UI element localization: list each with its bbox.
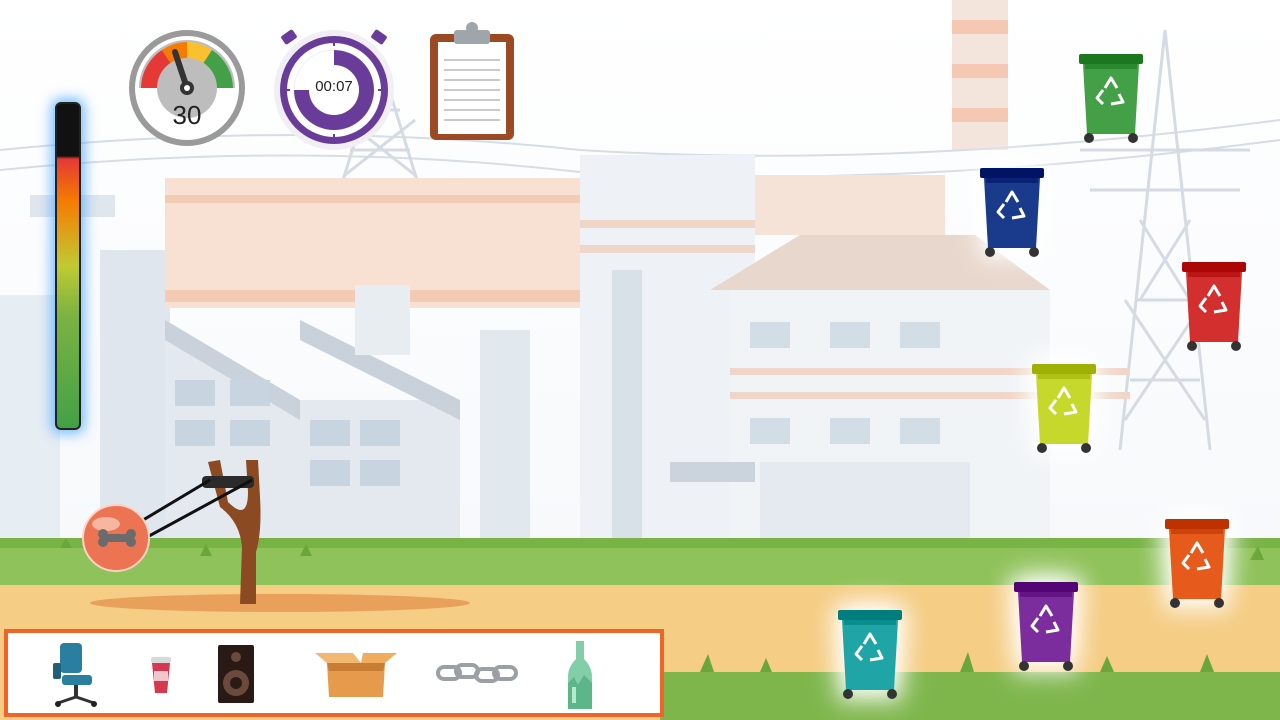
- recycling-bin-green[interactable]: [1077, 50, 1145, 146]
- recycle-icon: [980, 168, 1044, 257]
- office-chair-icon[interactable]: [50, 641, 100, 709]
- bone-ball[interactable]: [82, 504, 150, 572]
- item-tray: [4, 629, 664, 717]
- recycling-bin-orange[interactable]: [1163, 515, 1231, 611]
- recycling-bin-red[interactable]: [1180, 258, 1248, 354]
- speaker-icon[interactable]: [216, 643, 256, 705]
- recycling-bin-purple[interactable]: [1012, 578, 1080, 674]
- recycle-icon: [1032, 364, 1096, 453]
- speed-value: 30: [172, 100, 202, 130]
- recycle-icon: [1165, 519, 1229, 608]
- power-meter: [55, 102, 81, 430]
- metal-chain-icon[interactable]: [434, 659, 522, 689]
- clipboard-icon: [430, 22, 514, 140]
- timer-label: 00:07: [315, 78, 353, 95]
- recycling-bin-blue[interactable]: [978, 164, 1046, 260]
- recycling-bin-yellow-green[interactable]: [1030, 360, 1098, 456]
- stopwatch: 00:07: [268, 28, 400, 150]
- recycle-icon: [838, 610, 902, 699]
- clipboard-button[interactable]: [428, 20, 516, 142]
- slingshot[interactable]: [70, 452, 280, 607]
- paper-cup-icon[interactable]: [148, 655, 174, 695]
- recycle-icon: [1079, 54, 1143, 143]
- recycle-icon: [1182, 262, 1246, 351]
- recycling-bin-teal[interactable]: [836, 606, 904, 702]
- cardboard-box-icon[interactable]: [313, 649, 399, 699]
- speedometer: 30: [127, 28, 247, 148]
- broken-glass-bottle-icon[interactable]: [564, 639, 596, 711]
- recycle-icon: [1014, 582, 1078, 671]
